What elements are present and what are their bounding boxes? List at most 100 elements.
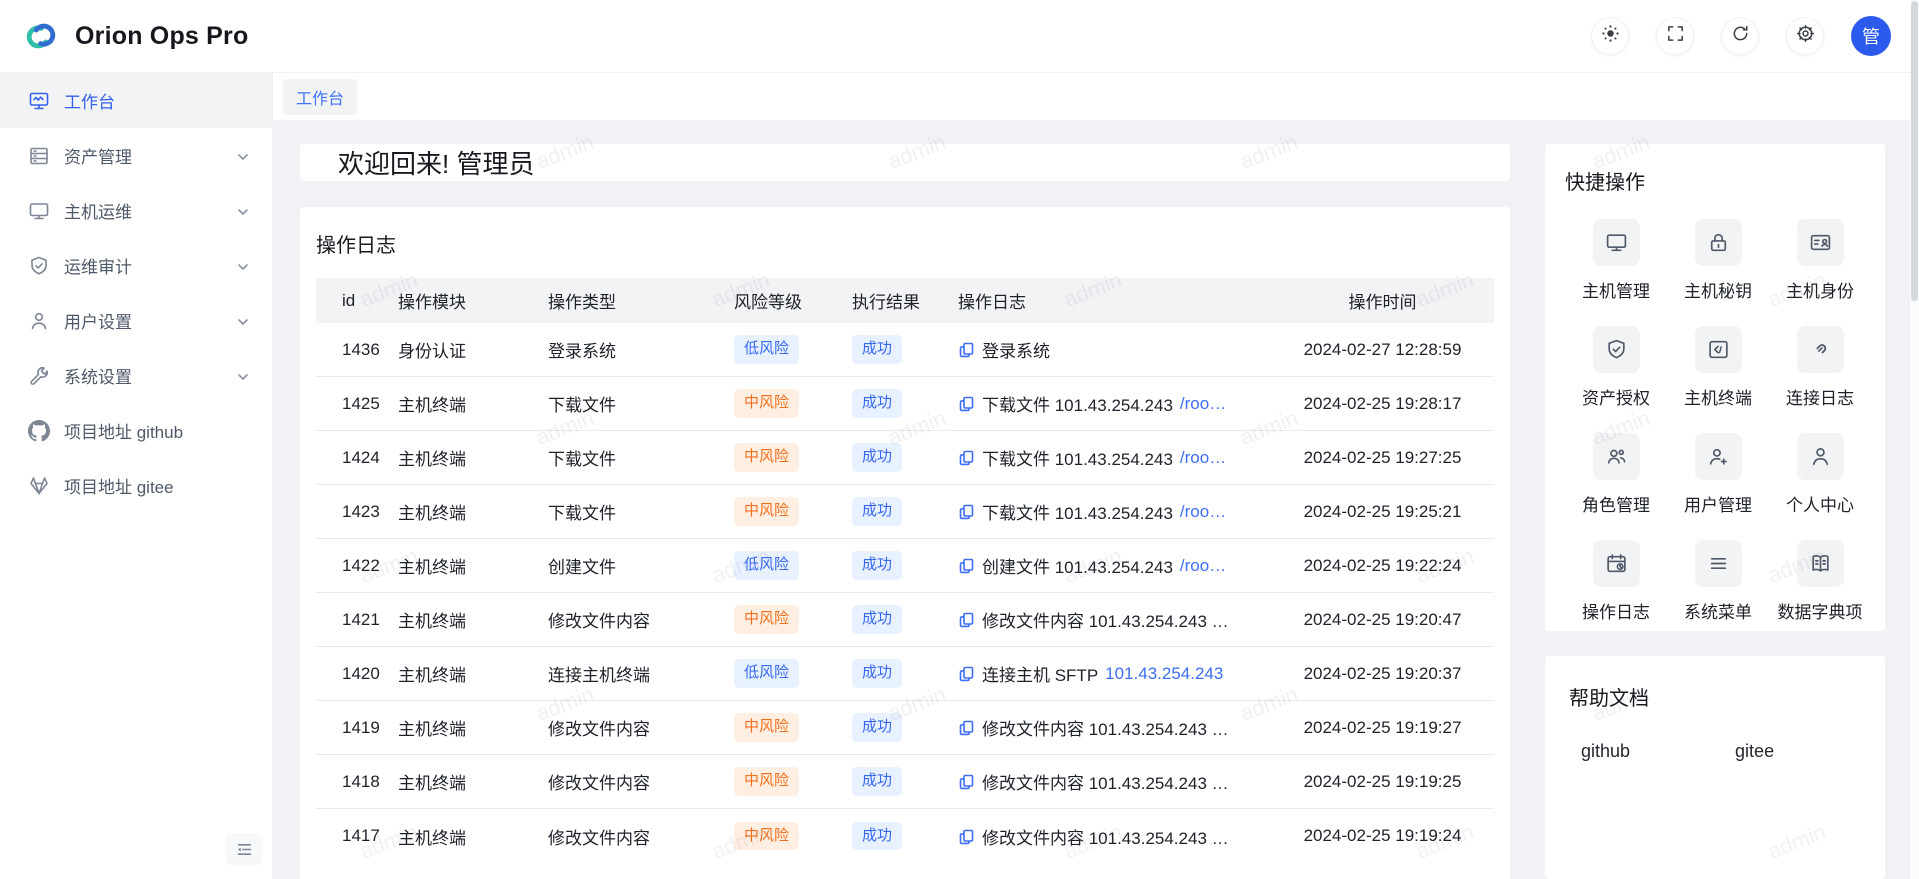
col-header-id: id — [316, 291, 398, 311]
host-monitor-icon — [28, 200, 50, 222]
cell-id: 1420 — [316, 664, 398, 684]
cell-risk: 中风险 — [734, 713, 852, 742]
log-link[interactable]: /roo… — [1180, 448, 1226, 468]
quick-action-6[interactable]: 角色管理 — [1565, 433, 1667, 516]
quick-action-11[interactable]: 数据字典项 — [1769, 540, 1871, 623]
help-link-github[interactable]: github — [1581, 741, 1630, 762]
cell-risk: 中风险 — [734, 767, 852, 796]
copy-icon[interactable] — [958, 341, 975, 358]
cell-time: 2024-02-25 19:22:24 — [1289, 556, 1494, 576]
cell-time: 2024-02-25 19:20:37 — [1289, 664, 1494, 684]
cell-id: 1418 — [316, 772, 398, 792]
risk-badge: 低风险 — [734, 335, 799, 364]
sidebar-item-0[interactable]: 工作台 — [0, 73, 272, 128]
app-title: Orion Ops Pro — [75, 22, 248, 51]
workbench-icon — [28, 90, 50, 112]
quick-action-9[interactable]: 操作日志 — [1565, 540, 1667, 623]
copy-icon[interactable] — [958, 395, 975, 412]
log-card-title: 操作日志 — [316, 229, 1494, 258]
scrollbar-thumb[interactable] — [1911, 1, 1918, 301]
cell-type: 修改文件内容 — [548, 824, 734, 849]
app-logo[interactable]: Orion Ops Pro — [0, 15, 248, 57]
quick-action-2[interactable]: 主机身份 — [1769, 219, 1871, 302]
cell-result: 成功 — [852, 551, 958, 580]
sidebar-collapse-button[interactable] — [226, 833, 262, 865]
quick-action-3[interactable]: 资产授权 — [1565, 326, 1667, 409]
copy-icon[interactable] — [958, 557, 975, 574]
risk-badge: 中风险 — [734, 389, 799, 418]
fullscreen-button[interactable] — [1656, 17, 1694, 55]
quick-action-label: 连接日志 — [1786, 384, 1854, 409]
theme-sun-button[interactable] — [1591, 17, 1629, 55]
cell-risk: 低风险 — [734, 335, 852, 364]
quick-action-8[interactable]: 个人中心 — [1769, 433, 1871, 516]
risk-badge: 中风险 — [734, 767, 799, 796]
copy-icon[interactable] — [958, 773, 975, 790]
cell-log: 下载文件 101.43.254.243 /roo… — [958, 499, 1289, 524]
sidebar-item-3[interactable]: 运维审计 — [0, 238, 272, 293]
breadcrumb[interactable]: 工作台 — [283, 79, 357, 115]
orion-logo-icon — [20, 15, 62, 57]
quick-action-label: 角色管理 — [1582, 491, 1650, 516]
copy-icon[interactable] — [958, 611, 975, 628]
sidebar-item-label: 资产管理 — [64, 143, 236, 168]
log-table-row: 1418主机终端修改文件内容中风险成功修改文件内容 101.43.254.243… — [316, 755, 1494, 809]
log-link[interactable]: /roo… — [1180, 394, 1226, 414]
user-avatar[interactable]: 管 — [1851, 16, 1891, 56]
sidebar-item-label: 系统设置 — [64, 363, 236, 388]
log-message: 修改文件内容 101.43.254.243 … — [982, 824, 1229, 849]
log-link[interactable]: /roo… — [1180, 502, 1226, 522]
user-icon — [28, 310, 50, 332]
cell-type: 下载文件 — [548, 391, 734, 416]
link-icon — [1797, 326, 1844, 373]
log-table-row: 1417主机终端修改文件内容中风险成功修改文件内容 101.43.254.243… — [316, 809, 1494, 863]
quick-action-0[interactable]: 主机管理 — [1565, 219, 1667, 302]
settings-gear-icon — [1796, 24, 1815, 48]
quick-action-label: 资产授权 — [1582, 384, 1650, 409]
quick-action-5[interactable]: 连接日志 — [1769, 326, 1871, 409]
result-badge: 成功 — [852, 605, 902, 634]
asset-server-icon — [28, 145, 50, 167]
risk-badge: 中风险 — [734, 443, 799, 472]
quick-actions-card: 快捷操作 主机管理主机秘钥主机身份资产授权主机终端连接日志角色管理用户管理个人中… — [1545, 144, 1885, 631]
copy-icon[interactable] — [958, 449, 975, 466]
chevron-down-icon — [236, 259, 250, 273]
sidebar-item-2[interactable]: 主机运维 — [0, 183, 272, 238]
cell-log: 下载文件 101.43.254.243 /roo… — [958, 445, 1289, 470]
breadcrumb-bar: 工作台 — [273, 73, 1919, 121]
quick-action-10[interactable]: 系统菜单 — [1667, 540, 1769, 623]
quick-action-4[interactable]: 主机终端 — [1667, 326, 1769, 409]
github-icon — [28, 420, 50, 442]
refresh-button[interactable] — [1721, 17, 1759, 55]
help-link-gitee[interactable]: gitee — [1735, 741, 1774, 762]
quick-action-label: 主机终端 — [1684, 384, 1752, 409]
quick-action-label: 系统菜单 — [1684, 598, 1752, 623]
copy-icon[interactable] — [958, 828, 975, 845]
sidebar-item-4[interactable]: 用户设置 — [0, 293, 272, 348]
quick-action-7[interactable]: 用户管理 — [1667, 433, 1769, 516]
result-badge: 成功 — [852, 389, 902, 418]
theme-sun-icon — [1601, 24, 1620, 48]
cell-id: 1419 — [316, 718, 398, 738]
quick-action-label: 主机管理 — [1582, 277, 1650, 302]
log-link[interactable]: 101.43.254.243 — [1105, 664, 1223, 684]
log-message: 修改文件内容 101.43.254.243 … — [982, 769, 1229, 794]
cell-type: 下载文件 — [548, 499, 734, 524]
quick-action-label: 主机身份 — [1786, 277, 1854, 302]
sidebar-item-6[interactable]: 项目地址 github — [0, 403, 272, 458]
sidebar-item-label: 工作台 — [64, 88, 250, 113]
sidebar-item-label: 项目地址 gitee — [64, 473, 250, 498]
user-add-icon — [1695, 433, 1742, 480]
copy-icon[interactable] — [958, 503, 975, 520]
sidebar-item-1[interactable]: 资产管理 — [0, 128, 272, 183]
settings-gear-button[interactable] — [1786, 17, 1824, 55]
quick-action-1[interactable]: 主机秘钥 — [1667, 219, 1769, 302]
sidebar-item-7[interactable]: 项目地址 gitee — [0, 458, 272, 513]
copy-icon[interactable] — [958, 719, 975, 736]
terminal-icon — [1695, 326, 1742, 373]
quick-action-label: 主机秘钥 — [1684, 277, 1752, 302]
sidebar-item-5[interactable]: 系统设置 — [0, 348, 272, 403]
cell-id: 1425 — [316, 394, 398, 414]
log-link[interactable]: /roo… — [1180, 556, 1226, 576]
copy-icon[interactable] — [958, 665, 975, 682]
